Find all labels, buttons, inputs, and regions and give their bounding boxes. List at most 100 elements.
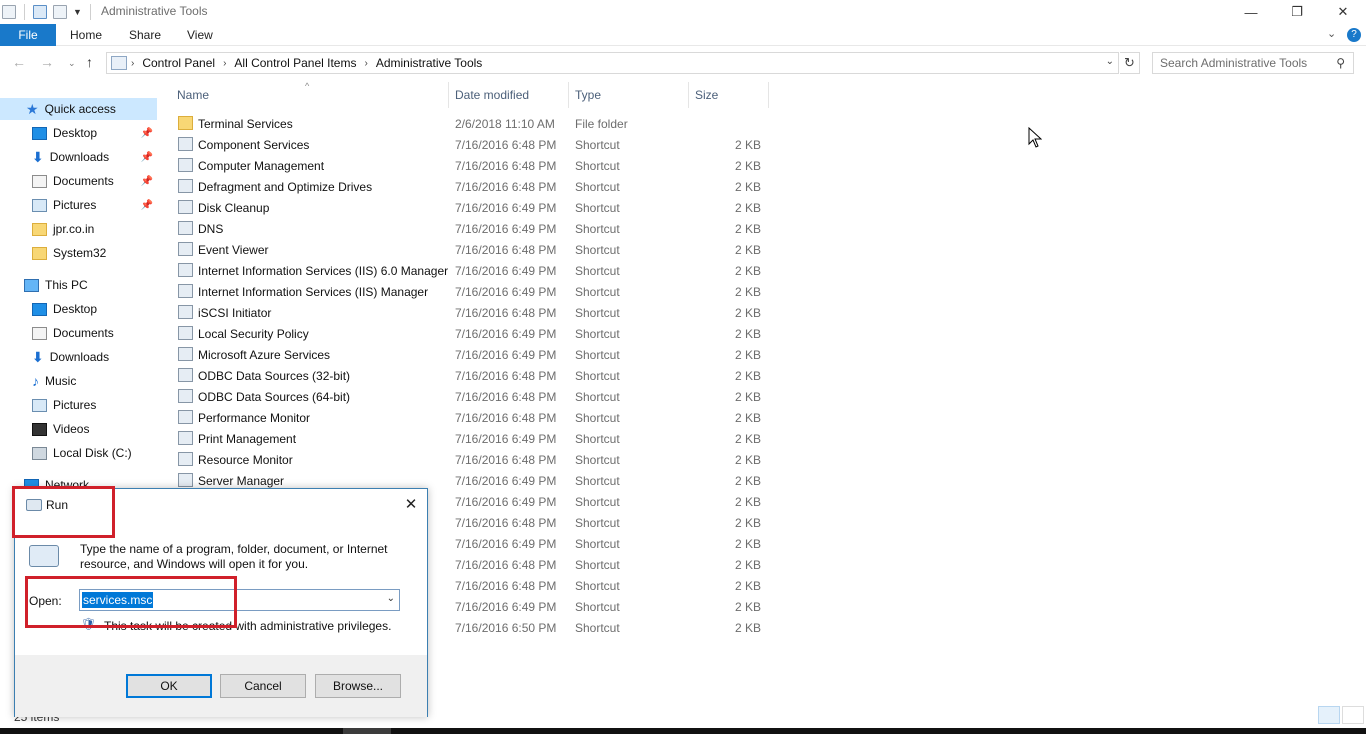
dns-icon bbox=[178, 221, 193, 235]
properties-icon[interactable] bbox=[33, 5, 47, 19]
file-size: 2 KB bbox=[734, 138, 761, 152]
table-row[interactable]: Performance Monitor 7/16/2016 6:48 PM Shor… bbox=[167, 407, 777, 428]
forward-arrow-icon[interactable]: → bbox=[40, 54, 54, 70]
details-view-icon[interactable] bbox=[1318, 706, 1340, 724]
minimize-button[interactable]: — bbox=[1228, 0, 1274, 24]
sidebar-item-downloads[interactable]: ⬇ Downloads 📌 bbox=[0, 146, 157, 168]
tab-home[interactable]: Home bbox=[70, 28, 102, 42]
help-icon[interactable]: ? bbox=[1347, 28, 1361, 42]
sidebar-item-local-disk[interactable]: Local Disk (C:) bbox=[0, 442, 157, 464]
table-row[interactable]: Local Security Policy 7/16/2016 6:49 PM Sh… bbox=[167, 323, 777, 344]
column-divider[interactable] bbox=[448, 82, 449, 108]
star-icon: ★ bbox=[26, 100, 39, 117]
file-size: 2 KB bbox=[734, 516, 761, 530]
column-header-name[interactable]: Name bbox=[177, 88, 209, 102]
breadcrumb-control-panel[interactable]: Control Panel bbox=[142, 56, 215, 70]
sidebar-item-videos[interactable]: Videos bbox=[0, 418, 157, 440]
search-box[interactable]: ⚲ bbox=[1152, 52, 1354, 74]
refresh-button[interactable]: ↻ bbox=[1120, 52, 1140, 74]
chevron-down-icon[interactable]: ⌄ bbox=[387, 593, 395, 604]
recent-locations-icon[interactable]: ⌄ bbox=[68, 58, 76, 69]
table-row[interactable]: Microsoft Azure Services 7/16/2016 6:49 P… bbox=[167, 344, 777, 365]
file-name: Server Manager bbox=[198, 474, 285, 488]
odbc-icon bbox=[178, 389, 193, 403]
browse-button[interactable]: Browse... bbox=[315, 674, 401, 698]
ok-button[interactable]: OK bbox=[126, 674, 212, 698]
column-header-date[interactable]: Date modified bbox=[455, 88, 529, 102]
sidebar-item-system32[interactable]: System32 bbox=[0, 242, 157, 264]
table-row[interactable]: Disk Cleanup 7/16/2016 6:49 PM Shortcut 2 K… bbox=[167, 197, 777, 218]
breadcrumb-all-items[interactable]: All Control Panel Items bbox=[234, 56, 356, 70]
table-row[interactable]: Defragment and Optimize Drives 7/16/2016 … bbox=[167, 176, 777, 197]
column-header-size[interactable]: Size bbox=[695, 88, 718, 102]
azure-icon bbox=[178, 347, 193, 361]
table-row[interactable]: DNS 7/16/2016 6:49 PM Shortcut 2 KB bbox=[167, 218, 777, 239]
address-dropdown-icon[interactable]: ⌄ bbox=[1106, 56, 1114, 67]
file-date: 7/16/2016 6:49 PM bbox=[455, 222, 557, 236]
file-type: Shortcut bbox=[575, 474, 620, 488]
highlight-box-open-field bbox=[25, 576, 237, 628]
file-date: 7/16/2016 6:49 PM bbox=[455, 348, 557, 362]
sidebar-item-pc-downloads[interactable]: ⬇ Downloads bbox=[0, 346, 157, 368]
search-input[interactable] bbox=[1153, 56, 1323, 70]
restore-button[interactable]: ❐ bbox=[1274, 0, 1320, 24]
file-date: 7/16/2016 6:48 PM bbox=[455, 579, 557, 593]
sidebar-item-desktop[interactable]: Desktop 📌 bbox=[0, 122, 157, 144]
sidebar-item-pc-desktop[interactable]: Desktop bbox=[0, 298, 157, 320]
file-date: 7/16/2016 6:49 PM bbox=[455, 495, 557, 509]
breadcrumb-administrative-tools[interactable]: Administrative Tools bbox=[376, 56, 483, 70]
file-name: DNS bbox=[198, 222, 224, 236]
sidebar-item-jpr[interactable]: jpr.co.in bbox=[0, 218, 157, 240]
file-size: 2 KB bbox=[734, 558, 761, 572]
documents-icon bbox=[32, 326, 47, 340]
file-size: 2 KB bbox=[734, 348, 761, 362]
file-type: Shortcut bbox=[575, 201, 620, 215]
sidebar-item-this-pc[interactable]: This PC bbox=[0, 274, 157, 296]
qat-dropdown-icon[interactable]: ▼ bbox=[73, 7, 82, 17]
expand-ribbon-icon[interactable]: ⌄ bbox=[1327, 27, 1336, 40]
table-row[interactable]: ODBC Data Sources (32-bit) 7/16/2016 6:48… bbox=[167, 365, 777, 386]
sidebar-item-quick-access[interactable]: ★ Quick access bbox=[0, 98, 157, 120]
taskbar-active-item[interactable] bbox=[343, 728, 391, 734]
sidebar-item-pc-pictures[interactable]: Pictures bbox=[0, 394, 157, 416]
address-bar[interactable]: › Control Panel › All Control Panel Item… bbox=[106, 52, 1119, 74]
tab-share[interactable]: Share bbox=[129, 28, 161, 42]
performance-monitor-icon bbox=[178, 410, 193, 424]
large-icons-view-icon[interactable] bbox=[1342, 706, 1364, 724]
table-row[interactable]: Resource Monitor 7/16/2016 6:48 PM Shortcu… bbox=[167, 449, 777, 470]
column-divider[interactable] bbox=[568, 82, 569, 108]
sidebar-item-label: Documents bbox=[53, 174, 114, 188]
ribbon: File Home Share View ⌄ ? bbox=[0, 24, 1366, 46]
table-row[interactable]: Component Services 7/16/2016 6:48 PM Short… bbox=[167, 134, 777, 155]
file-date: 7/16/2016 6:49 PM bbox=[455, 600, 557, 614]
quick-access-toolbar: ▼ bbox=[2, 3, 93, 21]
tab-file[interactable]: File bbox=[0, 24, 56, 46]
table-row[interactable]: Event Viewer 7/16/2016 6:48 PM Shortcut 2 K… bbox=[167, 239, 777, 260]
table-row[interactable]: Computer Management 7/16/2016 6:48 PM Shor… bbox=[167, 155, 777, 176]
sidebar-item-pc-documents[interactable]: Documents bbox=[0, 322, 157, 344]
column-header-type[interactable]: Type bbox=[575, 88, 601, 102]
back-arrow-icon[interactable]: ← bbox=[12, 54, 26, 70]
table-row[interactable]: Internet Information Services (IIS) 6.0 … bbox=[167, 260, 777, 281]
new-folder-icon[interactable] bbox=[53, 5, 67, 19]
sidebar-item-music[interactable]: ♪ Music bbox=[0, 370, 157, 392]
table-row[interactable]: Terminal Services 2/6/2018 11:10 AM File f… bbox=[167, 113, 777, 134]
tab-view[interactable]: View bbox=[187, 28, 213, 42]
table-row[interactable]: Print Management 7/16/2016 6:49 PM Shortcu… bbox=[167, 428, 777, 449]
column-divider[interactable] bbox=[768, 82, 769, 108]
search-icon[interactable]: ⚲ bbox=[1336, 56, 1345, 70]
up-arrow-icon[interactable]: ↑ bbox=[86, 54, 93, 70]
breadcrumb-chevron-icon[interactable]: › bbox=[223, 58, 226, 69]
breadcrumb-chevron-icon[interactable]: › bbox=[131, 58, 134, 69]
table-row[interactable]: ODBC Data Sources (64-bit) 7/16/2016 6:48… bbox=[167, 386, 777, 407]
table-row[interactable]: Internet Information Services (IIS) Mana… bbox=[167, 281, 777, 302]
sidebar-item-pictures[interactable]: Pictures 📌 bbox=[0, 194, 157, 216]
table-row[interactable]: iSCSI Initiator 7/16/2016 6:48 PM Shortcut… bbox=[167, 302, 777, 323]
cancel-button[interactable]: Cancel bbox=[220, 674, 306, 698]
close-button[interactable]: ✕ bbox=[1320, 0, 1366, 24]
breadcrumb-chevron-icon[interactable]: › bbox=[364, 58, 367, 69]
run-close-button[interactable]: ✕ bbox=[398, 493, 424, 515]
column-divider[interactable] bbox=[688, 82, 689, 108]
pin-icon: 📌 bbox=[140, 175, 153, 187]
sidebar-item-documents[interactable]: Documents 📌 bbox=[0, 170, 157, 192]
